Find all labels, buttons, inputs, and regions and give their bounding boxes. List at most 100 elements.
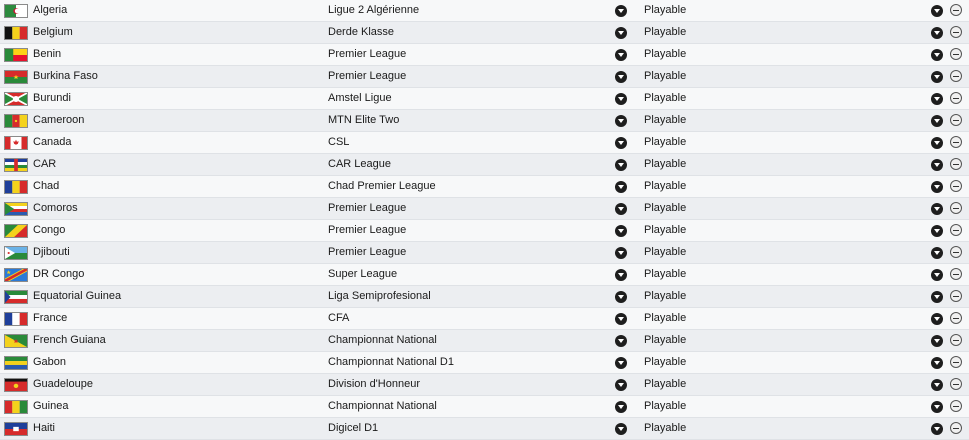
- list-item-dr-congo[interactable]: DR Congo Super League Playable: [0, 264, 969, 286]
- status-dropdown-icon[interactable]: [931, 401, 943, 413]
- remove-nation-button[interactable]: [950, 92, 962, 104]
- djibouti-flag-icon: [4, 246, 28, 260]
- nation-name: DR Congo: [33, 268, 85, 280]
- remove-nation-button[interactable]: [950, 70, 962, 82]
- league-dropdown-icon[interactable]: [615, 159, 627, 171]
- remove-nation-button[interactable]: [950, 136, 962, 148]
- remove-nation-button[interactable]: [950, 290, 962, 302]
- league-dropdown-icon[interactable]: [615, 93, 627, 105]
- remove-nation-button[interactable]: [950, 312, 962, 324]
- league-dropdown-icon[interactable]: [615, 181, 627, 193]
- remove-nation-button[interactable]: [950, 378, 962, 390]
- remove-nation-button[interactable]: [950, 268, 962, 280]
- status-dropdown-icon[interactable]: [931, 181, 943, 193]
- remove-nation-button[interactable]: [950, 334, 962, 346]
- remove-nation-button[interactable]: [950, 4, 962, 16]
- status-dropdown-icon[interactable]: [931, 379, 943, 391]
- league-dropdown-icon[interactable]: [615, 379, 627, 391]
- list-item-gabon[interactable]: Gabon Championnat National D1 Playable: [0, 352, 969, 374]
- status-dropdown-icon[interactable]: [931, 335, 943, 347]
- league-dropdown-icon[interactable]: [615, 357, 627, 369]
- status-value: Playable: [644, 26, 687, 38]
- remove-nation-button[interactable]: [950, 400, 962, 412]
- list-item-car[interactable]: CAR CAR League Playable: [0, 154, 969, 176]
- list-item-chad[interactable]: Chad Chad Premier League Playable: [0, 176, 969, 198]
- league-dropdown-icon[interactable]: [615, 335, 627, 347]
- league-name: Chad Premier League: [328, 180, 436, 192]
- status-dropdown-icon[interactable]: [931, 313, 943, 325]
- nation-name: CAR: [33, 158, 57, 170]
- remove-nation-button[interactable]: [950, 114, 962, 126]
- remove-nation-button[interactable]: [950, 202, 962, 214]
- list-item-guinea[interactable]: Guinea Championnat National Playable: [0, 396, 969, 418]
- status-value: Playable: [644, 356, 687, 368]
- league-dropdown-icon[interactable]: [615, 49, 627, 61]
- remove-nation-button[interactable]: [950, 180, 962, 192]
- league-dropdown-icon[interactable]: [615, 269, 627, 281]
- league-dropdown-icon[interactable]: [615, 225, 627, 237]
- league-dropdown-icon[interactable]: [615, 5, 627, 17]
- status-dropdown-icon[interactable]: [931, 27, 943, 39]
- french-guiana-flag-icon: [4, 334, 28, 348]
- algeria-flag-icon: [4, 4, 28, 18]
- list-item-equatorial-guinea[interactable]: Equatorial Guinea Liga Semiprofesional P…: [0, 286, 969, 308]
- league-name: Division d'Honneur: [328, 378, 420, 390]
- league-dropdown-icon[interactable]: [615, 71, 627, 83]
- status-dropdown-icon[interactable]: [931, 5, 943, 17]
- list-item-france[interactable]: France CFA Playable: [0, 308, 969, 330]
- list-item-burundi[interactable]: Burundi Amstel Ligue Playable: [0, 88, 969, 110]
- list-item-guadeloupe[interactable]: Guadeloupe Division d'Honneur Playable: [0, 374, 969, 396]
- cameroon-flag-icon: [4, 114, 28, 128]
- list-item-djibouti[interactable]: Djibouti Premier League Playable: [0, 242, 969, 264]
- car-flag-icon: [4, 158, 28, 172]
- remove-nation-button[interactable]: [950, 48, 962, 60]
- remove-nation-button[interactable]: [950, 26, 962, 38]
- remove-nation-button[interactable]: [950, 422, 962, 434]
- league-dropdown-icon[interactable]: [615, 291, 627, 303]
- status-dropdown-icon[interactable]: [931, 423, 943, 435]
- status-value: Playable: [644, 136, 687, 148]
- league-dropdown-icon[interactable]: [615, 401, 627, 413]
- remove-nation-button[interactable]: [950, 158, 962, 170]
- congo-flag-icon: [4, 224, 28, 238]
- status-dropdown-icon[interactable]: [931, 93, 943, 105]
- league-dropdown-icon[interactable]: [615, 313, 627, 325]
- status-value: Playable: [644, 48, 687, 60]
- status-dropdown-icon[interactable]: [931, 159, 943, 171]
- status-dropdown-icon[interactable]: [931, 137, 943, 149]
- status-dropdown-icon[interactable]: [931, 115, 943, 127]
- list-item-benin[interactable]: Benin Premier League Playable: [0, 44, 969, 66]
- remove-nation-button[interactable]: [950, 246, 962, 258]
- league-dropdown-icon[interactable]: [615, 137, 627, 149]
- league-name: Premier League: [328, 224, 407, 236]
- remove-nation-button[interactable]: [950, 356, 962, 368]
- nation-name: French Guiana: [33, 334, 106, 346]
- status-dropdown-icon[interactable]: [931, 71, 943, 83]
- list-item-haiti[interactable]: Haiti Digicel D1 Playable: [0, 418, 969, 440]
- league-dropdown-icon[interactable]: [615, 27, 627, 39]
- list-item-algeria[interactable]: Algeria Ligue 2 Algérienne Playable: [0, 0, 969, 22]
- status-dropdown-icon[interactable]: [931, 225, 943, 237]
- list-item-burkina-faso[interactable]: Burkina Faso Premier League Playable: [0, 66, 969, 88]
- list-item-cameroon[interactable]: Cameroon MTN Elite Two Playable: [0, 110, 969, 132]
- league-dropdown-icon[interactable]: [615, 203, 627, 215]
- list-item-canada[interactable]: Canada CSL Playable: [0, 132, 969, 154]
- league-dropdown-icon[interactable]: [615, 423, 627, 435]
- list-item-congo[interactable]: Congo Premier League Playable: [0, 220, 969, 242]
- list-item-belgium[interactable]: Belgium Derde Klasse Playable: [0, 22, 969, 44]
- league-dropdown-icon[interactable]: [615, 247, 627, 259]
- status-dropdown-icon[interactable]: [931, 269, 943, 281]
- remove-nation-button[interactable]: [950, 224, 962, 236]
- status-dropdown-icon[interactable]: [931, 203, 943, 215]
- nation-name: France: [33, 312, 68, 324]
- status-dropdown-icon[interactable]: [931, 291, 943, 303]
- league-name: CSL: [328, 136, 350, 148]
- status-dropdown-icon[interactable]: [931, 247, 943, 259]
- status-dropdown-icon[interactable]: [931, 357, 943, 369]
- league-name: Premier League: [328, 202, 407, 214]
- gabon-flag-icon: [4, 356, 28, 370]
- status-dropdown-icon[interactable]: [931, 49, 943, 61]
- league-dropdown-icon[interactable]: [615, 115, 627, 127]
- list-item-french-guiana[interactable]: French Guiana Championnat National Playa…: [0, 330, 969, 352]
- list-item-comoros[interactable]: Comoros Premier League Playable: [0, 198, 969, 220]
